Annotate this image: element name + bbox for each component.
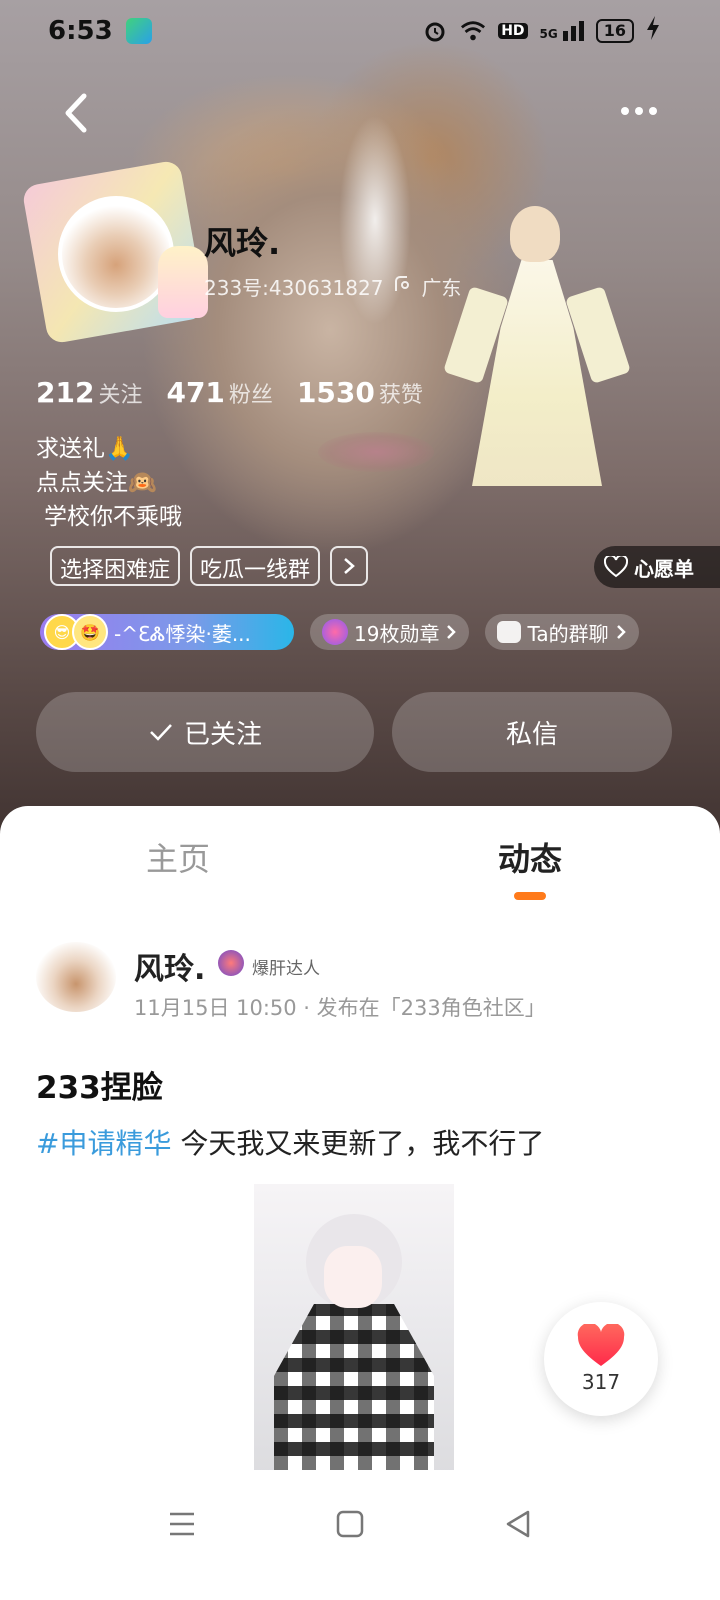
profile-uid-line: 233号:430631827 广东: [204, 272, 461, 301]
message-label: 私信: [505, 719, 558, 750]
profile-tag[interactable]: 选择困难症: [50, 546, 181, 586]
triangle-back-icon: [506, 1510, 530, 1538]
fan-group-label: -^ƐᏜ悸染·萎...: [114, 621, 251, 646]
more-options-button[interactable]: [616, 96, 662, 126]
stat-followers[interactable]: 471 粉丝: [166, 376, 272, 409]
followed-button[interactable]: 已关注: [36, 692, 374, 772]
hd-icon: HD: [498, 22, 528, 39]
stat-following[interactable]: 212 关注: [36, 376, 142, 409]
character-figure: [443, 200, 631, 490]
profile-tag[interactable]: 吃瓜一线群: [190, 546, 321, 586]
profile-badges: 😎 🤩 -^ƐᏜ悸染·萎... 19枚勋章 Ta的群聊: [40, 614, 639, 650]
chat-icon: [497, 621, 522, 643]
post-body[interactable]: #申请精华 今天我又来更新了，我不行了: [36, 1122, 544, 1162]
home-button[interactable]: [330, 1504, 370, 1544]
post-author-name[interactable]: 风玲.: [134, 944, 205, 988]
medal-icon: [322, 619, 348, 645]
alarm-icon: [422, 18, 448, 44]
chevron-right-icon: [344, 558, 355, 574]
charging-icon: [646, 16, 660, 45]
profile-stats: 212 关注 471 粉丝 1530 获赞: [36, 376, 423, 409]
tab-home[interactable]: 主页: [146, 834, 210, 880]
heart-icon: [577, 1324, 625, 1366]
battery-indicator: 16: [595, 18, 634, 43]
post-meta: 11月15日 10:50 · 发布在「233角色社区」: [134, 996, 546, 1020]
profile-tabs: 主页 动态: [0, 834, 720, 914]
status-time: 6:53: [48, 16, 113, 46]
heart-outline-icon: [604, 556, 628, 578]
bio-line: 点点关注🙉: [36, 470, 157, 496]
post-hashtag[interactable]: #申请精华: [36, 1127, 171, 1160]
avatar-image: [58, 196, 174, 312]
system-back-button[interactable]: [498, 1504, 538, 1544]
profile-actions: 已关注 私信: [36, 692, 672, 772]
post-image[interactable]: [254, 1184, 454, 1476]
chevron-right-icon: [616, 625, 626, 639]
system-nav-bar: [0, 1470, 720, 1600]
like-count: 317: [581, 1370, 621, 1394]
avatar-decoration: [158, 246, 208, 318]
avatar[interactable]: [20, 159, 210, 345]
profile-location: 广东: [421, 276, 462, 300]
medals-pill[interactable]: 19枚勋章: [310, 614, 470, 650]
status-bar: 6:53 HD 5G 16: [0, 0, 720, 64]
app-notification-icon: [126, 18, 152, 44]
badge-icon: [218, 950, 244, 976]
message-button[interactable]: 私信: [392, 692, 672, 772]
check-icon: [150, 724, 172, 741]
bio-line: 学校你不乘哦: [44, 504, 182, 530]
post-title[interactable]: 233捏脸: [36, 1062, 163, 1107]
profile-bio: 求送礼🙏 点点关注🙉 学校你不乘哦: [36, 432, 182, 534]
profile-uid: 233号:430631827: [204, 276, 384, 300]
post-author-avatar[interactable]: [36, 942, 116, 1012]
tags-more-button[interactable]: [330, 546, 369, 586]
wishlist-button[interactable]: 心愿单: [594, 546, 720, 588]
bio-line: 求送礼🙏: [36, 436, 134, 462]
profile-tags: 选择困难症 吃瓜一线群: [50, 546, 369, 586]
post-author-badge: 爆肝达人: [252, 959, 320, 979]
wifi-icon: [460, 18, 486, 44]
fan-group-pill[interactable]: 😎 🤩 -^ƐᏜ悸染·萎...: [40, 614, 294, 650]
followed-label: 已关注: [183, 719, 262, 750]
menu-icon: [170, 1512, 194, 1536]
star-eyes-emoji-icon: 🤩: [72, 614, 108, 650]
recents-button[interactable]: [162, 1504, 202, 1544]
wishlist-label: 心愿单: [634, 556, 694, 581]
active-tab-indicator: [514, 892, 546, 900]
like-button[interactable]: 317: [544, 1302, 658, 1416]
tab-feed[interactable]: 动态: [498, 834, 562, 880]
chevron-right-icon: [447, 625, 457, 639]
signal-icon: 5G: [540, 20, 584, 41]
chevron-left-icon: [65, 93, 87, 133]
back-button[interactable]: [58, 88, 98, 138]
location-icon: [393, 275, 411, 299]
group-chat-label: Ta的群聊: [527, 621, 609, 646]
profile-username: 风玲.: [204, 224, 281, 262]
group-chat-pill[interactable]: Ta的群聊: [485, 614, 639, 650]
stat-likes[interactable]: 1530 获赞: [297, 376, 423, 409]
medals-label: 19枚勋章: [354, 621, 440, 646]
square-icon: [336, 1510, 364, 1538]
post-body-text: 今天我又来更新了，我不行了: [171, 1127, 545, 1160]
